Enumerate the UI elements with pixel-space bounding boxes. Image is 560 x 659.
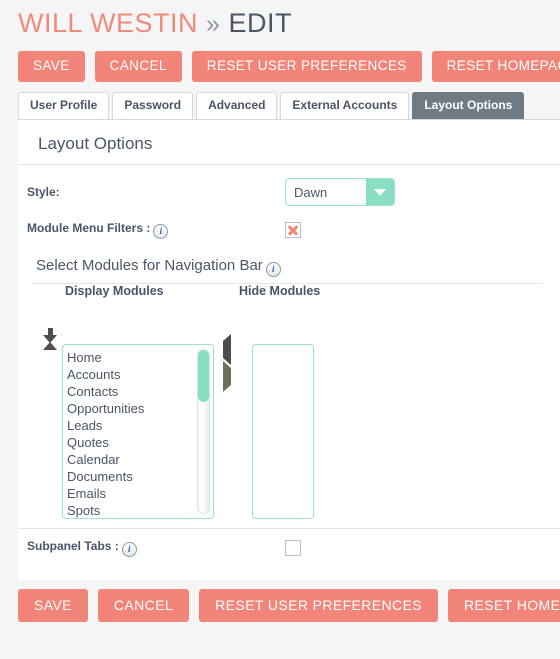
reset-homepage-button[interactable]: RESET HOMEPAGE <box>448 589 560 623</box>
top-action-bar: SAVE CANCEL RESET USER PREFERENCES RESET… <box>0 39 560 82</box>
cancel-button[interactable]: CANCEL <box>94 51 182 82</box>
save-button[interactable]: SAVE <box>18 51 85 82</box>
save-button[interactable]: SAVE <box>18 589 88 623</box>
info-icon[interactable]: i <box>153 224 169 240</box>
list-item[interactable]: Spots <box>67 502 213 518</box>
list-item[interactable]: Home <box>67 349 213 366</box>
reset-homepage-button[interactable]: RESET HOMEPAGE <box>431 51 560 82</box>
module-dual-list: Display Modules Hide Modules Home Accoun… <box>18 284 560 528</box>
list-item[interactable]: Quotes <box>67 434 213 451</box>
tab-password[interactable]: Password <box>112 91 194 120</box>
hide-modules-listbox[interactable] <box>252 344 314 520</box>
list-item[interactable]: Documents <box>67 468 213 485</box>
module-menu-filters-row: Module Menu Filters :i <box>18 215 560 245</box>
hide-modules-header: Hide Modules <box>239 284 321 299</box>
list-item[interactable]: Calendar <box>67 451 213 468</box>
module-menu-filters-checkbox[interactable] <box>285 222 301 239</box>
reset-user-preferences-button[interactable]: RESET USER PREFERENCES <box>199 589 439 623</box>
breadcrumb-separator: » <box>206 10 221 38</box>
subpanel-tabs-text: Subpanel Tabs : <box>27 539 119 554</box>
list-item[interactable]: Leads <box>67 417 213 434</box>
scrollbar-thumb[interactable] <box>198 350 209 403</box>
list-item[interactable]: Opportunities <box>67 400 213 417</box>
bottom-action-bar: SAVE CANCEL RESET USER PREFERENCES RESET… <box>0 580 560 623</box>
style-select-value: Dawn <box>286 179 366 206</box>
display-modules-scrollbar[interactable] <box>197 349 210 515</box>
display-modules-items: Home Accounts Contacts Opportunities Lea… <box>63 345 213 518</box>
info-icon[interactable]: i <box>265 262 281 278</box>
tab-advanced[interactable]: Advanced <box>196 91 278 120</box>
form-area: Style: Dawn Module Menu Filters :i Selec… <box>18 165 560 567</box>
style-select[interactable]: Dawn <box>285 178 395 207</box>
transfer-controls <box>223 334 231 393</box>
style-label: Style: <box>27 185 60 200</box>
tab-strip: User Profile Password Advanced External … <box>18 91 560 120</box>
subpanel-tabs-label: Subpanel Tabs :i <box>27 539 285 558</box>
style-row: Style: Dawn <box>18 177 560 207</box>
list-item[interactable]: Emails <box>67 485 213 502</box>
list-item[interactable]: Contacts <box>67 383 213 400</box>
navigation-bar-subsection-heading: Select Modules for Navigation Bar i <box>32 253 542 285</box>
reorder-controls <box>43 325 57 361</box>
page-action-label: EDIT <box>228 8 292 38</box>
list-item[interactable]: Accounts <box>67 366 213 383</box>
subpanel-tabs-row: Subpanel Tabs :i <box>18 528 560 567</box>
layout-options-panel: Layout Options Style: Dawn Module Menu F… <box>18 119 560 581</box>
record-name: WILL WESTIN <box>18 8 199 38</box>
page-title: WILL WESTIN » EDIT <box>0 0 560 39</box>
tab-user-profile[interactable]: User Profile <box>18 91 110 120</box>
hide-modules-items <box>253 345 313 349</box>
module-menu-filters-text: Module Menu Filters : <box>27 221 151 236</box>
subpanel-tabs-checkbox[interactable] <box>285 540 301 557</box>
tab-external-accounts[interactable]: External Accounts <box>280 91 410 120</box>
display-modules-listbox[interactable]: Home Accounts Contacts Opportunities Lea… <box>62 344 214 520</box>
panel-heading: Layout Options <box>18 120 560 166</box>
module-menu-filters-label: Module Menu Filters :i <box>27 221 285 240</box>
chevron-down-icon <box>366 179 394 206</box>
navigation-bar-subsection-title: Select Modules for Navigation Bar <box>36 257 263 275</box>
cancel-button[interactable]: CANCEL <box>97 589 190 623</box>
display-modules-header: Display Modules <box>65 284 164 299</box>
info-icon[interactable]: i <box>121 542 137 558</box>
reset-user-preferences-button[interactable]: RESET USER PREFERENCES <box>191 51 422 82</box>
tab-layout-options[interactable]: Layout Options <box>412 91 525 120</box>
